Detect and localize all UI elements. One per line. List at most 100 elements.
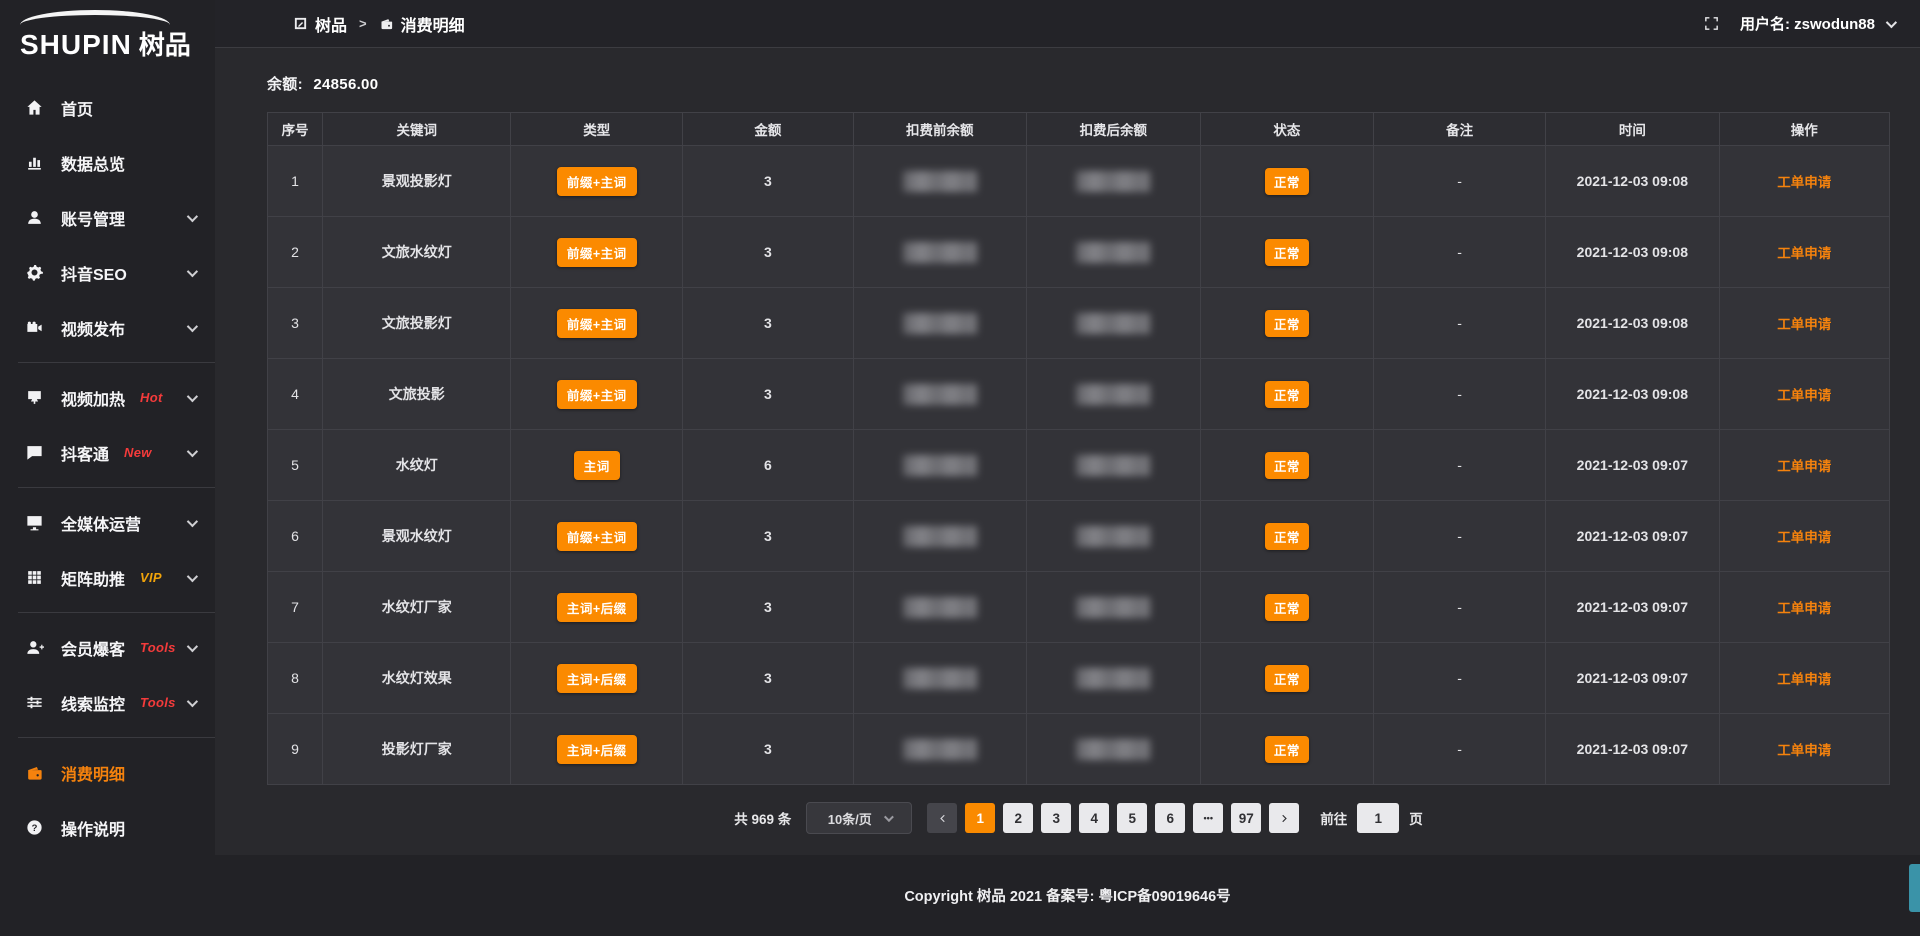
cell-index: 7	[268, 572, 323, 643]
status-badge: 正常	[1265, 523, 1309, 550]
sidebar-item-12[interactable]: 会员爆客 Tools	[0, 620, 215, 675]
work-order-link[interactable]: 工单申请	[1777, 388, 1831, 403]
sidebar-item-2[interactable]: 账号管理	[0, 190, 215, 245]
cell-keyword: 文旅投影灯	[323, 288, 511, 359]
cell-balance-after	[1027, 430, 1201, 501]
fullscreen-icon[interactable]	[1703, 15, 1720, 32]
page-button-6[interactable]: 6	[1155, 803, 1185, 833]
column-header: 金额	[683, 113, 853, 146]
cell-balance-after	[1027, 501, 1201, 572]
censored-value	[903, 739, 977, 760]
page-size-select[interactable]: 10条/页	[806, 802, 912, 834]
sidebar-item-9[interactable]: 全媒体运营	[0, 495, 215, 550]
censored-value	[1076, 242, 1150, 263]
type-badge: 主词+后缀	[557, 735, 637, 764]
cell-balance-before	[853, 643, 1027, 714]
page-button-5[interactable]: 5	[1117, 803, 1147, 833]
page-button-3[interactable]: 3	[1041, 803, 1071, 833]
page-button-2[interactable]: 2	[1003, 803, 1033, 833]
cell-index: 6	[268, 501, 323, 572]
cell-balance-after	[1027, 643, 1201, 714]
table-row: 8水纹灯效果主词+后缀3正常-2021-12-03 09:07工单申请	[268, 643, 1890, 714]
sidebar-item-6[interactable]: 视频加热Hot	[0, 370, 215, 425]
censored-value	[1076, 384, 1150, 405]
chat-icon	[24, 443, 44, 463]
cell-balance-after	[1027, 359, 1201, 430]
type-badge: 前缀+主词	[557, 167, 637, 196]
censored-value	[1076, 739, 1150, 760]
floating-widget[interactable]	[1909, 864, 1920, 912]
logo-text-en: SHUPIN	[20, 29, 132, 61]
censored-value	[903, 242, 977, 263]
sidebar-item-label: 会员爆客	[61, 636, 125, 660]
cell-amount: 3	[683, 572, 853, 643]
sidebar-item-badge: Tools	[140, 640, 176, 655]
sidebar-item-label: 数据总览	[61, 151, 125, 175]
censored-value	[1076, 171, 1150, 192]
cell-type: 主词+后缀	[511, 643, 683, 714]
page-button-4[interactable]: 4	[1079, 803, 1109, 833]
table-row: 1景观投影灯前缀+主词3正常-2021-12-03 09:08工单申请	[268, 146, 1890, 217]
chevron-down-icon	[187, 515, 198, 526]
cell-status: 正常	[1200, 217, 1374, 288]
status-badge: 正常	[1265, 168, 1309, 195]
cell-time: 2021-12-03 09:07	[1546, 501, 1720, 572]
prev-page-button[interactable]	[927, 803, 957, 833]
chevron-down-icon	[187, 570, 198, 581]
sliders-icon	[24, 693, 44, 713]
cell-keyword: 水纹灯效果	[323, 643, 511, 714]
sidebar-item-15[interactable]: 消费明细	[0, 745, 215, 800]
cell-status: 正常	[1200, 359, 1374, 430]
column-header: 状态	[1200, 113, 1374, 146]
goto-page: 前往 页	[1320, 803, 1423, 833]
sidebar-item-3[interactable]: 抖音SEO	[0, 245, 215, 300]
cell-type: 主词+后缀	[511, 714, 683, 785]
status-badge: 正常	[1265, 736, 1309, 763]
type-badge: 主词	[574, 451, 620, 480]
cell-type: 前缀+主词	[511, 288, 683, 359]
chart-icon	[24, 153, 44, 173]
work-order-link[interactable]: 工单申请	[1777, 317, 1831, 332]
page-button-97[interactable]: 97	[1231, 803, 1261, 833]
cell-balance-before	[853, 288, 1027, 359]
cell-time: 2021-12-03 09:08	[1546, 217, 1720, 288]
work-order-link[interactable]: 工单申请	[1777, 175, 1831, 190]
sidebar-item-16[interactable]: ?操作说明	[0, 800, 215, 855]
sidebar-item-0[interactable]: 首页	[0, 80, 215, 135]
page-button-1[interactable]: 1	[965, 803, 995, 833]
sidebar-item-1[interactable]: 数据总览	[0, 135, 215, 190]
work-order-link[interactable]: 工单申请	[1777, 672, 1831, 687]
chevron-down-icon	[187, 210, 198, 221]
next-page-button[interactable]	[1269, 803, 1299, 833]
cell-index: 1	[268, 146, 323, 217]
sidebar-item-10[interactable]: 矩阵助推VIP	[0, 550, 215, 605]
chevron-down-icon	[1886, 16, 1897, 27]
balance-label: 余额:	[267, 76, 303, 93]
more-pages-button[interactable]: •••	[1193, 803, 1223, 833]
table-row: 9投影灯厂家主词+后缀3正常-2021-12-03 09:07工单申请	[268, 714, 1890, 785]
breadcrumb-item-current[interactable]: 消费明细	[379, 12, 465, 36]
sidebar-item-7[interactable]: 抖客通New	[0, 425, 215, 480]
cell-balance-after	[1027, 288, 1201, 359]
work-order-link[interactable]: 工单申请	[1777, 601, 1831, 616]
type-badge: 主词+后缀	[557, 593, 637, 622]
work-order-link[interactable]: 工单申请	[1777, 743, 1831, 758]
balance: 余额: 24856.00	[267, 73, 1890, 94]
censored-value	[903, 384, 977, 405]
consumption-table: 序号关键词类型金额扣费前余额扣费后余额状态备注时间操作 1景观投影灯前缀+主词3…	[267, 112, 1890, 785]
chevron-down-icon	[187, 640, 198, 651]
work-order-link[interactable]: 工单申请	[1777, 459, 1831, 474]
goto-page-input[interactable]	[1357, 803, 1399, 833]
user-menu[interactable]: 用户名: zswodun88	[1740, 13, 1894, 34]
goto-label: 前往	[1320, 808, 1347, 828]
breadcrumb-item-home[interactable]: 树品	[293, 12, 347, 36]
cell-time: 2021-12-03 09:07	[1546, 643, 1720, 714]
work-order-link[interactable]: 工单申请	[1777, 246, 1831, 261]
footer: Copyright 树品 2021 备案号: 粤ICP备09019646号	[215, 855, 1920, 936]
sidebar-item-4[interactable]: 视频发布	[0, 300, 215, 355]
work-order-link[interactable]: 工单申请	[1777, 530, 1831, 545]
pagination: 共 969 条 10条/页 123456•••97 前往 页	[267, 802, 1890, 834]
sidebar-item-label: 消费明细	[61, 761, 125, 785]
sidebar-item-13[interactable]: 线索监控Tools	[0, 675, 215, 730]
cell-time: 2021-12-03 09:08	[1546, 359, 1720, 430]
